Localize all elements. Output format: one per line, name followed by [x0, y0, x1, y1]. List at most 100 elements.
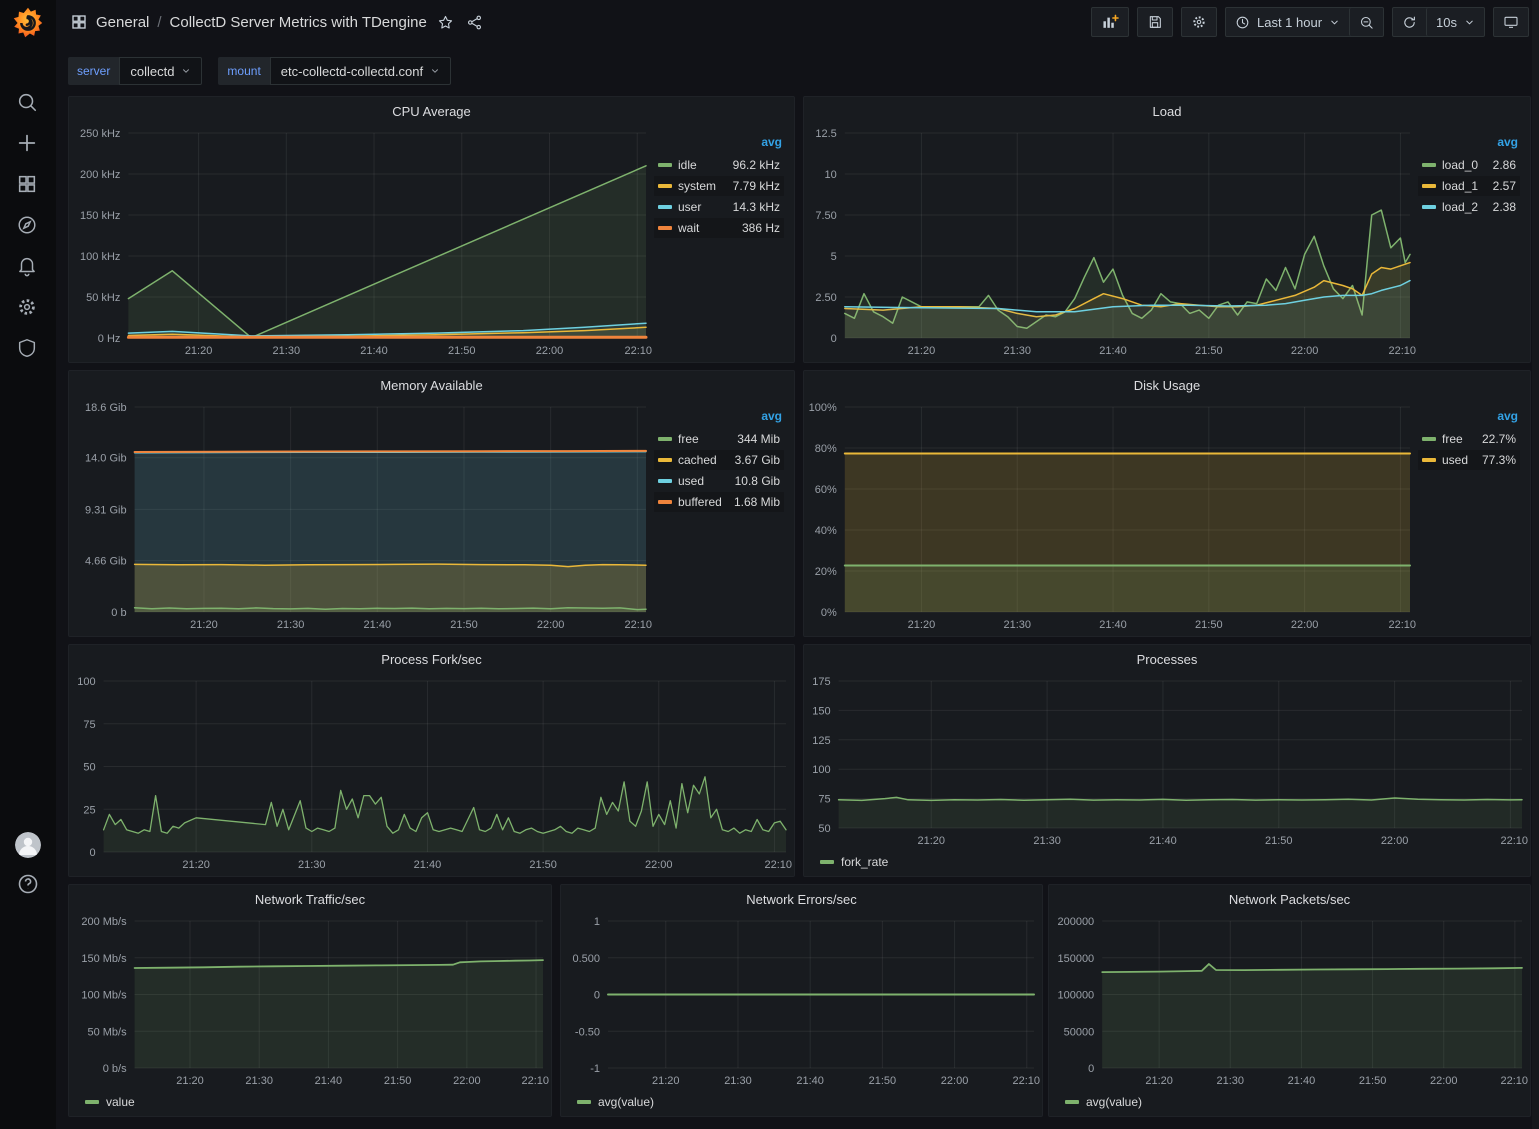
series-avg-value: 386 Hz — [742, 221, 780, 235]
chart-canvas-process-fork[interactable]: 025507510021:2021:3021:4021:5022:0022:10 — [69, 673, 794, 876]
save-dashboard-button[interactable] — [1137, 7, 1173, 37]
chart-canvas-cpu-average[interactable]: 0 Hz50 kHz100 kHz150 kHz200 kHz250 kHz21… — [69, 125, 654, 362]
legend-row[interactable]: load_0 2.86 — [1418, 155, 1520, 175]
svg-text:100: 100 — [812, 764, 830, 776]
svg-text:21:50: 21:50 — [529, 859, 557, 871]
series-avg-value: 7.79 kHz — [733, 179, 780, 193]
series-label[interactable]: load_2 — [1442, 200, 1478, 214]
server-admin-shield-icon[interactable] — [16, 336, 40, 360]
series-swatch — [658, 163, 672, 167]
grafana-dashboard: General / CollectD Server Metrics with T… — [0, 0, 1539, 1129]
panel-load: Load 02.5057.501012.521:2021:3021:4021:5… — [803, 96, 1531, 363]
panel-title-disk-usage[interactable]: Disk Usage — [804, 371, 1530, 399]
svg-text:60%: 60% — [815, 484, 837, 496]
variable-mount-dropdown[interactable]: etc-collectd-collectd.conf — [270, 57, 451, 85]
dashboard-settings-button[interactable] — [1181, 7, 1217, 37]
chart-canvas-processes[interactable]: 507510012515017521:2021:3021:4021:5022:0… — [804, 673, 1530, 852]
dashboards-icon[interactable] — [16, 172, 40, 196]
variable-mount-value: etc-collectd-collectd.conf — [281, 64, 423, 79]
svg-text:9.31 Gib: 9.31 Gib — [85, 504, 127, 516]
legend-row[interactable]: wait 386 Hz — [654, 218, 784, 238]
star-icon[interactable] — [435, 12, 456, 33]
series-label[interactable]: free — [1442, 432, 1463, 446]
tv-mode-button[interactable] — [1493, 7, 1529, 37]
svg-text:20%: 20% — [815, 566, 837, 578]
configuration-gear-icon[interactable] — [16, 295, 40, 319]
zoom-out-button[interactable] — [1349, 8, 1383, 36]
avatar[interactable] — [15, 832, 41, 858]
panel-title-cpu-average[interactable]: CPU Average — [69, 97, 794, 125]
panel-title-network-errors[interactable]: Network Errors/sec — [561, 885, 1042, 913]
chart-canvas-network-errors[interactable]: -1-0.5000.500121:2021:3021:4021:5022:002… — [561, 913, 1042, 1092]
svg-text:22:00: 22:00 — [1291, 345, 1319, 357]
series-label[interactable]: cached — [678, 453, 717, 467]
add-panel-button[interactable] — [1091, 7, 1129, 37]
legend-row[interactable]: idle 96.2 kHz — [654, 155, 784, 175]
series-label[interactable]: avg(value) — [598, 1095, 654, 1109]
legend-avg-header[interactable]: avg — [1418, 409, 1520, 429]
chart-canvas-load[interactable]: 02.5057.501012.521:2021:3021:4021:5022:0… — [804, 125, 1418, 362]
chart-canvas-network-traffic[interactable]: 0 b/s50 Mb/s100 Mb/s150 Mb/s200 Mb/s21:2… — [69, 913, 551, 1092]
series-label[interactable]: system — [678, 179, 716, 193]
breadcrumb-folder[interactable]: General — [96, 14, 149, 31]
legend-row[interactable]: used 10.8 Gib — [654, 471, 784, 491]
series-label[interactable]: fork_rate — [841, 855, 888, 869]
legend-processes: fork_rate — [804, 852, 1530, 876]
panel-title-network-traffic[interactable]: Network Traffic/sec — [69, 885, 551, 913]
svg-text:21:30: 21:30 — [277, 619, 305, 631]
series-label[interactable]: user — [678, 200, 701, 214]
chart-canvas-network-packets[interactable]: 05000010000015000020000021:2021:3021:402… — [1049, 913, 1530, 1092]
variable-server-dropdown[interactable]: collectd — [119, 57, 202, 85]
explore-compass-icon[interactable] — [16, 213, 40, 237]
svg-text:22:10: 22:10 — [624, 619, 652, 631]
series-label[interactable]: used — [1442, 453, 1468, 467]
time-range-picker[interactable]: Last 1 hour — [1226, 8, 1349, 36]
series-label[interactable]: value — [106, 1095, 135, 1109]
legend-row[interactable]: user 14.3 kHz — [654, 197, 784, 217]
legend-row[interactable]: free 344 Mib — [654, 429, 784, 449]
series-avg-value: 344 Mib — [737, 432, 780, 446]
legend-avg-header[interactable]: avg — [1418, 135, 1520, 155]
panel-title-load[interactable]: Load — [804, 97, 1530, 125]
chevron-down-icon — [1464, 17, 1475, 28]
panel-title-process-fork[interactable]: Process Fork/sec — [69, 645, 794, 673]
series-label[interactable]: free — [678, 432, 699, 446]
panel-title-memory-available[interactable]: Memory Available — [69, 371, 794, 399]
legend-row[interactable]: buffered 1.68 Mib — [654, 492, 784, 512]
series-label[interactable]: buffered — [678, 495, 722, 509]
refresh-button[interactable] — [1393, 8, 1426, 36]
panel-title-processes[interactable]: Processes — [804, 645, 1530, 673]
svg-text:100%: 100% — [809, 402, 837, 414]
legend-avg-header[interactable]: avg — [654, 409, 784, 429]
chart-canvas-disk-usage[interactable]: 0%20%40%60%80%100%21:2021:3021:4021:5022… — [804, 399, 1418, 636]
panel-title-network-packets[interactable]: Network Packets/sec — [1049, 885, 1530, 913]
dashboard-grid-icon — [70, 13, 88, 31]
alerting-bell-icon[interactable] — [16, 254, 40, 278]
svg-text:0: 0 — [831, 333, 837, 345]
legend-row[interactable]: cached 3.67 Gib — [654, 450, 784, 470]
vertical-scrollbar[interactable] — [1532, 0, 1539, 1129]
legend-avg-header[interactable]: avg — [654, 135, 784, 155]
legend-row[interactable]: load_2 2.38 — [1418, 197, 1520, 217]
svg-text:22:00: 22:00 — [645, 859, 673, 871]
panel-memory-available: Memory Available 0 b4.66 Gib9.31 Gib14.0… — [68, 370, 795, 637]
series-label[interactable]: idle — [678, 158, 697, 172]
svg-text:22:10: 22:10 — [1388, 619, 1416, 631]
share-icon[interactable] — [464, 12, 485, 33]
chart-canvas-memory-available[interactable]: 0 b4.66 Gib9.31 Gib14.0 Gib18.6 Gib21:20… — [69, 399, 654, 636]
legend-row[interactable]: free 22.7% — [1418, 429, 1520, 449]
search-icon[interactable] — [16, 90, 40, 114]
series-label[interactable]: used — [678, 474, 704, 488]
svg-text:-1: -1 — [590, 1063, 600, 1075]
series-label[interactable]: avg(value) — [1086, 1095, 1142, 1109]
series-label[interactable]: wait — [678, 221, 699, 235]
series-label[interactable]: load_1 — [1442, 179, 1478, 193]
refresh-interval-picker[interactable]: 10s — [1426, 8, 1484, 36]
legend-row[interactable]: used 77.3% — [1418, 450, 1520, 470]
grafana-logo[interactable] — [9, 4, 47, 42]
legend-row[interactable]: load_1 2.57 — [1418, 176, 1520, 196]
series-label[interactable]: load_0 — [1442, 158, 1478, 172]
legend-row[interactable]: system 7.79 kHz — [654, 176, 784, 196]
create-plus-icon[interactable] — [16, 131, 40, 155]
help-icon[interactable] — [16, 872, 40, 896]
